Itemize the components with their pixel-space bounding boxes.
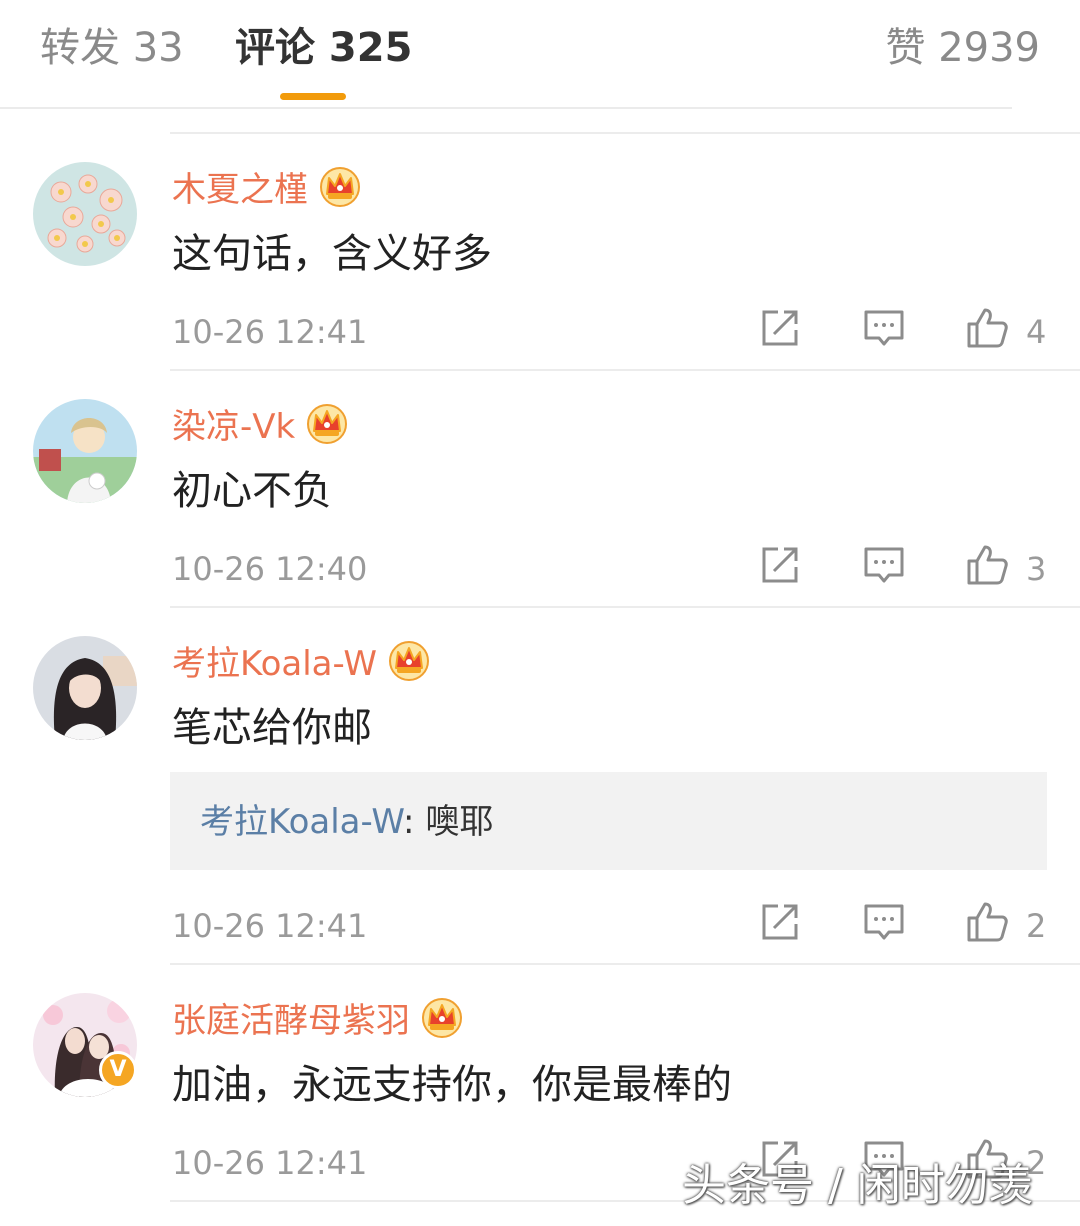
share-icon[interactable] xyxy=(758,543,802,587)
reply-preview[interactable]: 考拉Koala-W: 噢耶 xyxy=(170,772,1047,870)
user-row: 染凉-Vk xyxy=(172,397,349,449)
watermark: 头条号 / 闲时勿羡 xyxy=(682,1160,1033,1211)
like-icon[interactable] xyxy=(965,900,1009,944)
user-row: 木夏之槿 xyxy=(172,160,362,212)
comment-text: 这句话，含义好多 xyxy=(172,231,492,277)
like-icon[interactable] xyxy=(965,306,1009,350)
avatar[interactable] xyxy=(33,162,137,266)
user-row: 考拉Koala-W xyxy=(172,634,431,686)
comment-text: 笔芯给你邮 xyxy=(172,705,372,751)
verified-badge: V xyxy=(99,1051,137,1089)
comment-icon[interactable] xyxy=(862,306,906,350)
comment-time: 10-26 12:41 xyxy=(172,313,368,351)
comment-meta: 10-26 12:41 2 xyxy=(0,896,1080,956)
tab-divider xyxy=(0,107,1012,109)
reply-username[interactable]: 考拉Koala-W xyxy=(200,802,403,842)
active-tab-indicator xyxy=(280,93,346,100)
username[interactable]: 考拉Koala-W xyxy=(172,636,377,685)
username[interactable]: 木夏之槿 xyxy=(172,162,308,211)
divider xyxy=(170,606,1080,608)
avatar[interactable] xyxy=(33,399,137,503)
tab-bar: 转发 33 评论 325 赞 2939 xyxy=(0,0,1080,109)
like-count: 2 xyxy=(1026,907,1047,945)
like-count: 3 xyxy=(1026,550,1047,588)
username[interactable]: 染凉-Vk xyxy=(172,399,295,448)
divider xyxy=(170,369,1080,371)
crown-icon xyxy=(387,638,431,682)
tab-forward[interactable]: 转发 33 xyxy=(40,20,184,76)
comment-meta: 10-26 12:41 4 xyxy=(0,302,1080,362)
crown-icon xyxy=(305,401,349,445)
comment-icon[interactable] xyxy=(862,900,906,944)
comment-time: 10-26 12:40 xyxy=(172,550,368,588)
reply-separator: : xyxy=(403,802,415,842)
reply-text: 噢耶 xyxy=(414,802,494,842)
username[interactable]: 张庭活酵母紫羽 xyxy=(172,993,410,1042)
comment-text: 初心不负 xyxy=(172,468,332,514)
tab-comments[interactable]: 评论 325 xyxy=(235,20,412,76)
tab-likes[interactable]: 赞 2939 xyxy=(885,20,1040,76)
like-icon[interactable] xyxy=(965,543,1009,587)
user-row: 张庭活酵母紫羽 xyxy=(172,991,464,1043)
divider xyxy=(170,963,1080,965)
divider xyxy=(170,132,1080,134)
crown-icon xyxy=(318,164,362,208)
comment-time: 10-26 12:41 xyxy=(172,907,368,945)
crown-icon xyxy=(420,995,464,1039)
comment-time: 10-26 12:41 xyxy=(172,1144,368,1182)
share-icon[interactable] xyxy=(758,306,802,350)
comment-icon[interactable] xyxy=(862,543,906,587)
like-count: 4 xyxy=(1026,313,1047,351)
share-icon[interactable] xyxy=(758,900,802,944)
comment-text: 加油，永远支持你，你是最棒的 xyxy=(172,1062,732,1108)
comment-meta: 10-26 12:40 3 xyxy=(0,539,1080,599)
avatar[interactable] xyxy=(33,636,137,740)
